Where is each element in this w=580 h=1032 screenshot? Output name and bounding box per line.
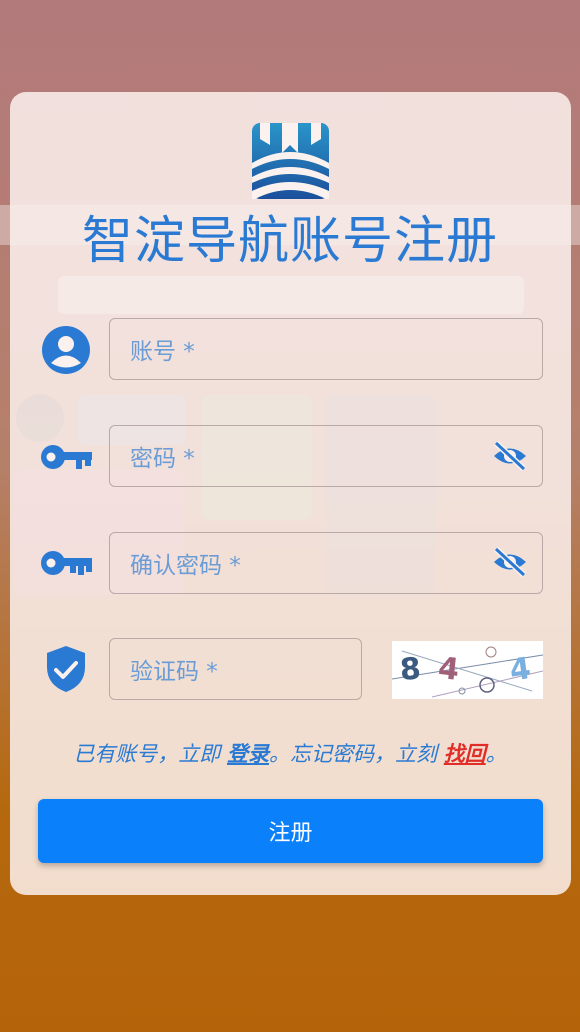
- captcha-char: 4: [436, 651, 460, 688]
- account-links: 已有账号，立即 登录。忘记密码，立刻 找回。: [0, 738, 580, 768]
- captcha-char: 4: [507, 651, 533, 689]
- login-link[interactable]: 登录: [227, 742, 269, 766]
- captcha-char: 8: [399, 651, 422, 687]
- eye-slash-icon[interactable]: [492, 547, 528, 577]
- user-circle-icon: [42, 326, 90, 374]
- recover-link[interactable]: 找回: [444, 742, 486, 766]
- key-icon: [41, 551, 92, 575]
- links-suffix: 。: [485, 742, 507, 766]
- confirm-password-placeholder: 确认密码 *: [130, 553, 241, 579]
- password-input[interactable]: 密码 *: [109, 425, 543, 487]
- account-placeholder: 账号 *: [130, 339, 195, 365]
- links-middle: 。忘记密码，立刻: [269, 742, 444, 766]
- password-placeholder: 密码 *: [130, 446, 195, 472]
- page-title: 智淀导航账号注册: [81, 212, 498, 271]
- links-prefix: 已有账号，立即: [73, 742, 227, 766]
- register-button[interactable]: 注册: [38, 799, 543, 863]
- key-icon: [41, 445, 92, 469]
- shield-check-icon: [47, 646, 85, 692]
- captcha-image[interactable]: 8 4 4: [391, 641, 544, 699]
- eye-slash-icon[interactable]: [492, 441, 528, 471]
- captcha-placeholder: 验证码 *: [130, 659, 218, 685]
- logo: [252, 123, 329, 199]
- account-input[interactable]: 账号 *: [109, 318, 543, 380]
- confirm-password-input[interactable]: 确认密码 *: [109, 532, 543, 594]
- captcha-input[interactable]: 验证码 *: [109, 638, 362, 700]
